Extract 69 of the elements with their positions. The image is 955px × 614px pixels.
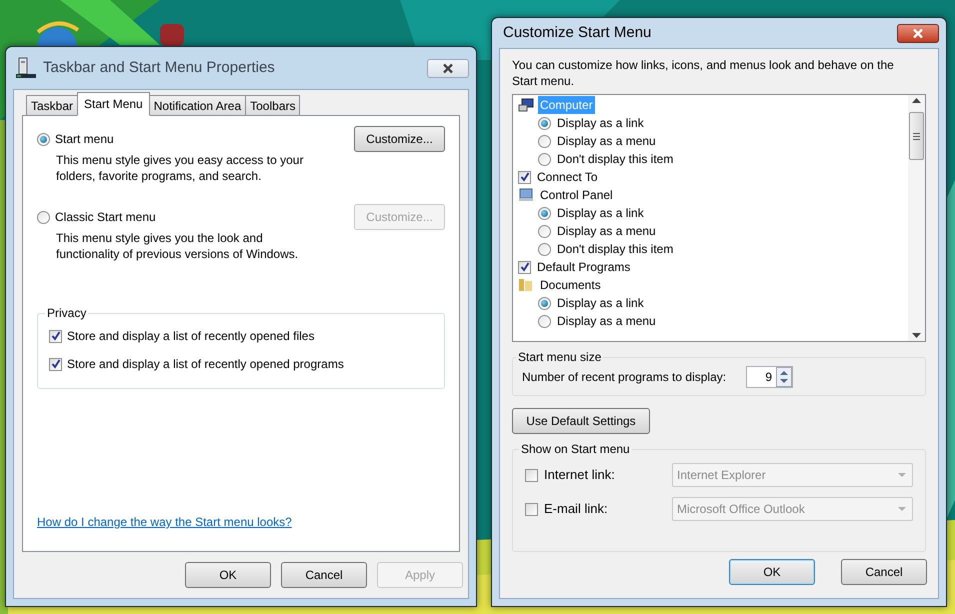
radio-label: Display as a link [557, 115, 644, 132]
dialog-button[interactable]: OK [185, 562, 271, 588]
option-label: Classic Start menu [55, 209, 156, 226]
checkbox-label: E-mail link: [544, 500, 609, 518]
checkbox-label: Default Programs [537, 259, 630, 276]
close-icon [442, 62, 454, 74]
dialog-button[interactable]: Cancel [281, 562, 367, 588]
radio-button[interactable] [538, 152, 551, 166]
window-title: Customize Start Menu [503, 22, 652, 43]
tab[interactable]: Toolbars [245, 95, 300, 116]
checkbox-label: Connect To [537, 169, 598, 186]
group-title: Start menu size [517, 349, 602, 366]
option-label: Start menu [55, 131, 114, 148]
tree-item[interactable]: Documents [538, 276, 603, 294]
folder-icon [518, 278, 534, 292]
close-button[interactable] [897, 24, 939, 42]
radio-label: Don't display this item [557, 151, 674, 168]
checkbox-label: Store and display a list of recently opened programs [67, 356, 344, 373]
radio-label: Display as a link [557, 295, 644, 312]
checkbox[interactable] [518, 170, 531, 184]
radio-button[interactable] [538, 314, 551, 328]
scroll-up-icon[interactable] [912, 97, 921, 103]
default-settings-button[interactable]: Use Default Settings [512, 408, 650, 434]
dialog-button[interactable]: Cancel [841, 559, 927, 585]
scrollbar-thumb[interactable] [909, 112, 924, 160]
option-description: This menu style gives you the look and functionality of previous versions of Windows. [55, 230, 300, 262]
radio-button[interactable] [538, 296, 551, 310]
computer-icon [518, 98, 534, 112]
dropdown-arrow-icon [898, 472, 906, 478]
scrollbar[interactable] [908, 95, 925, 341]
customize-button[interactable]: Customize... [354, 126, 445, 152]
tab[interactable]: Start Menu [77, 92, 150, 116]
dropdown-arrow-icon [898, 506, 906, 512]
checkbox[interactable] [518, 260, 531, 274]
help-link[interactable]: How do I change the way the Start menu looks? [37, 513, 445, 531]
option-description: This menu style gives you easy access to your folders, favorite programs, and search. [55, 152, 304, 184]
tab[interactable]: Notification Area [148, 95, 246, 116]
spinner-arrows-icon[interactable] [776, 367, 792, 387]
control-panel-icon [518, 188, 534, 202]
checkbox-label: Internet link: [544, 466, 616, 484]
tab[interactable]: Taskbar [26, 95, 78, 116]
radio-label: Display as a link [557, 205, 644, 222]
checkbox[interactable] [49, 358, 62, 370]
window-title: Taskbar and Start Menu Properties [43, 58, 276, 78]
taskbar-icon [15, 57, 37, 79]
radio-button[interactable] [538, 116, 551, 130]
group-title: Privacy [46, 305, 88, 322]
radio-label: Don't display this item [557, 241, 674, 258]
close-button[interactable] [427, 58, 469, 78]
radio-label: Display as a menu [557, 313, 656, 330]
radio-button[interactable] [538, 242, 551, 256]
radio-button[interactable] [37, 132, 50, 146]
radio-button[interactable] [37, 210, 50, 224]
app-icon[interactable] [158, 24, 186, 46]
radio-button[interactable] [538, 134, 551, 148]
tree-item[interactable]: Control Panel [538, 186, 615, 204]
checkbox-label: Store and display a list of recently opened files [67, 328, 314, 345]
group-title: Show on Start menu [520, 441, 631, 458]
dialog-button[interactable]: OK [729, 559, 815, 585]
number-spinner[interactable]: 9 [746, 366, 794, 388]
radio-button[interactable] [538, 206, 551, 220]
scroll-down-icon[interactable] [912, 333, 921, 339]
close-icon [912, 28, 924, 38]
field-label: Number of recent programs to display: [522, 369, 726, 386]
radio-button[interactable] [538, 224, 551, 238]
radio-label: Display as a menu [557, 133, 656, 150]
description-text: You can customize how links, icons, and menus look and behave on the Start menu. [512, 57, 895, 89]
checkbox[interactable] [49, 330, 62, 342]
radio-label: Display as a menu [557, 223, 656, 240]
